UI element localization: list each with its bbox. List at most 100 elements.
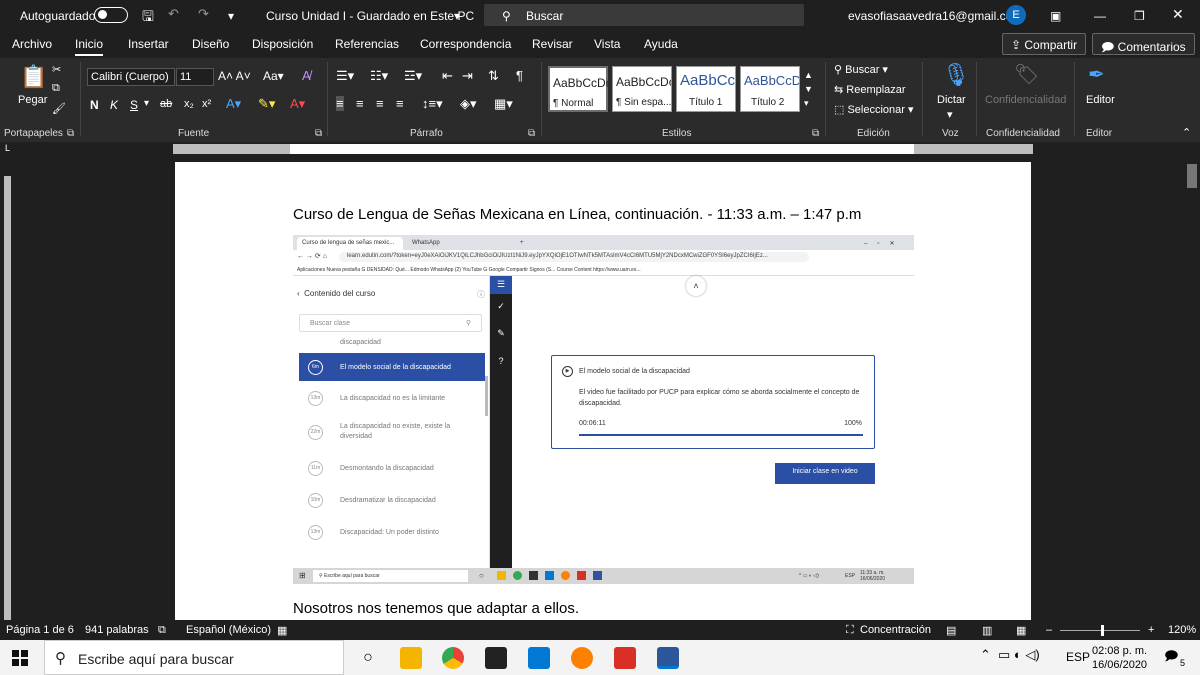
styles-scroll-icon[interactable]: ▲ ▼ ▾ bbox=[804, 68, 813, 110]
taskbar-search-input[interactable]: ⚲ Escribe aquí para buscar bbox=[44, 640, 344, 675]
notification-icon[interactable]: 🗩 bbox=[1164, 647, 1178, 669]
search-box[interactable]: ⚲ Buscar bbox=[484, 4, 804, 26]
bold-icon[interactable]: N bbox=[90, 98, 99, 112]
paste-icon[interactable]: 📋 bbox=[20, 64, 47, 90]
editor-button[interactable]: Editor bbox=[1086, 94, 1115, 106]
tray-language[interactable]: ESP bbox=[1066, 650, 1090, 664]
word-icon[interactable] bbox=[657, 647, 679, 669]
clipboard-launcher-icon[interactable]: ⧉ bbox=[67, 128, 74, 139]
page-count[interactable]: Página 1 de 6 bbox=[6, 624, 74, 636]
web-layout-icon[interactable]: ▦ bbox=[1016, 624, 1026, 637]
acrobat-icon[interactable] bbox=[614, 647, 636, 669]
minimize-icon[interactable]: — bbox=[1094, 9, 1106, 23]
word-count[interactable]: 941 palabras bbox=[85, 624, 149, 636]
select-button[interactable]: ⬚ Seleccionar ▾ bbox=[834, 103, 914, 116]
focus-icon[interactable]: ⛶ bbox=[846, 624, 854, 637]
style-no-spacing[interactable]: AaBbCcDc ¶ Sin espa... bbox=[612, 66, 672, 112]
microphone-icon[interactable]: 🎙 bbox=[942, 62, 970, 88]
subscript-icon[interactable]: x₂ bbox=[184, 98, 194, 110]
embedded-screenshot[interactable]: Curso de lengua de señas mexic... WhatsA… bbox=[293, 235, 914, 584]
change-case-icon[interactable]: Aa▾ bbox=[263, 69, 284, 83]
document-title[interactable]: Curso Unidad I - Guardado en Este PC bbox=[266, 9, 474, 23]
paste-button[interactable]: Pegar bbox=[18, 94, 47, 106]
tray-icons[interactable]: ▭ ◐ ◁) bbox=[998, 647, 1040, 663]
vertical-scrollbar[interactable] bbox=[1184, 156, 1200, 620]
tab-vista[interactable]: Vista bbox=[594, 37, 620, 51]
underline-icon[interactable]: S bbox=[130, 98, 138, 112]
copy-icon[interactable]: ⧉ bbox=[52, 82, 60, 95]
find-button[interactable]: ⚲ Buscar ▾ bbox=[834, 63, 888, 76]
restore-icon[interactable]: ❐ bbox=[1134, 9, 1145, 23]
share-button[interactable]: ⇪ Compartir bbox=[1002, 33, 1087, 55]
font-launcher-icon[interactable]: ⧉ bbox=[315, 128, 322, 139]
tab-stop-icon[interactable]: L bbox=[5, 143, 10, 153]
underline-dropdown-icon[interactable]: ▾ bbox=[144, 98, 149, 109]
document-paragraph[interactable]: Curso de Lengua de Señas Mexicana en Lín… bbox=[293, 206, 861, 223]
grow-font-icon[interactable]: A˄ A˅ bbox=[218, 69, 251, 83]
redo-icon[interactable]: ↷ bbox=[198, 6, 209, 22]
task-view-icon[interactable]: ○ bbox=[357, 647, 379, 669]
borders-icon[interactable]: ▦▾ bbox=[494, 96, 513, 112]
zoom-in-icon[interactable]: + bbox=[1148, 624, 1154, 636]
shading-icon[interactable]: ◈▾ bbox=[460, 96, 477, 112]
account-email[interactable]: evasofiasaavedra16@gmail.com bbox=[848, 9, 1022, 23]
align-left-icon[interactable]: ≡ bbox=[336, 96, 344, 111]
file-explorer-icon[interactable] bbox=[400, 647, 422, 669]
editor-icon[interactable]: ✒ bbox=[1088, 62, 1105, 87]
align-right-icon[interactable]: ≡ bbox=[376, 96, 384, 111]
clear-format-icon[interactable]: A̸ bbox=[302, 68, 311, 83]
tab-disposicion[interactable]: Disposición bbox=[252, 37, 313, 51]
style-heading-2[interactable]: AaBbCcD Título 2 bbox=[740, 66, 800, 112]
zoom-level[interactable]: 120% bbox=[1168, 624, 1196, 636]
format-painter-icon[interactable]: 🖌 bbox=[52, 102, 66, 115]
align-center-icon[interactable]: ≡ bbox=[356, 96, 364, 111]
save-icon[interactable]: 🖫 bbox=[142, 6, 154, 30]
multilevel-list-icon[interactable]: ☲▾ bbox=[404, 68, 422, 84]
justify-icon[interactable]: ≡ bbox=[396, 96, 404, 111]
superscript-icon[interactable]: x² bbox=[202, 98, 211, 110]
avatar[interactable]: E bbox=[1006, 5, 1026, 25]
autosave-toggle[interactable] bbox=[94, 7, 128, 23]
numbering-icon[interactable]: ☷▾ bbox=[370, 68, 388, 84]
scrollbar-thumb[interactable] bbox=[1187, 164, 1197, 188]
paragraph-launcher-icon[interactable]: ⧉ bbox=[528, 128, 535, 139]
windows-start-icon[interactable] bbox=[12, 650, 28, 666]
zoom-slider[interactable] bbox=[1060, 630, 1140, 631]
taskbar-clock[interactable]: 02:08 p. m. 16/06/2020 bbox=[1092, 644, 1147, 672]
tab-ayuda[interactable]: Ayuda bbox=[644, 37, 678, 51]
ribbon-display-icon[interactable]: ▣ bbox=[1050, 9, 1061, 23]
print-layout-icon[interactable]: ▥ bbox=[982, 624, 992, 637]
undo-icon[interactable]: ↶ bbox=[168, 6, 179, 22]
zoom-slider-thumb[interactable] bbox=[1101, 625, 1104, 636]
document-page[interactable]: Curso de Lengua de Señas Mexicana en Lín… bbox=[175, 162, 1031, 620]
styles-launcher-icon[interactable]: ⧉ bbox=[812, 128, 819, 139]
bullets-icon[interactable]: ☰▾ bbox=[336, 68, 354, 84]
tray-overflow-icon[interactable]: ⌃ bbox=[980, 647, 991, 663]
store-icon[interactable] bbox=[485, 647, 507, 669]
proofing-icon[interactable]: ⧉ bbox=[158, 624, 166, 637]
italic-icon[interactable]: K bbox=[110, 98, 118, 112]
strikethrough-icon[interactable]: ab bbox=[160, 98, 172, 110]
firefox-icon[interactable] bbox=[571, 647, 593, 669]
tab-inicio[interactable]: Inicio bbox=[75, 37, 104, 56]
style-normal[interactable]: AaBbCcDc ¶ Normal bbox=[548, 66, 608, 112]
tab-insertar[interactable]: Insertar bbox=[128, 37, 169, 51]
tab-archivo[interactable]: Archivo bbox=[12, 37, 52, 51]
tab-correspondencia[interactable]: Correspondencia bbox=[420, 37, 511, 51]
increase-indent-icon[interactable]: ⇥ bbox=[462, 68, 473, 84]
chrome-icon[interactable] bbox=[442, 647, 464, 669]
tab-diseno[interactable]: Diseño bbox=[192, 37, 229, 51]
line-spacing-icon[interactable]: ↕≡▾ bbox=[422, 96, 443, 112]
sort-icon[interactable]: ⇅ bbox=[488, 68, 499, 84]
cut-icon[interactable]: ✂ bbox=[52, 63, 61, 76]
font-name-select[interactable]: Calibri (Cuerpo) bbox=[87, 68, 175, 86]
mail-icon[interactable] bbox=[528, 647, 550, 669]
show-marks-icon[interactable]: ¶ bbox=[516, 68, 523, 83]
style-heading-1[interactable]: AaBbCc Título 1 bbox=[676, 66, 736, 112]
comments-button[interactable]: 🗩 Comentarios bbox=[1092, 33, 1195, 55]
collapse-ribbon-icon[interactable]: ⌃ bbox=[1182, 126, 1191, 139]
document-title-chevron-icon[interactable]: ▾ bbox=[454, 9, 460, 23]
text-effects-icon[interactable]: A▾ bbox=[226, 96, 241, 112]
dictate-dropdown-icon[interactable]: ▾ bbox=[947, 108, 953, 121]
font-size-select[interactable]: 11 bbox=[176, 68, 214, 86]
